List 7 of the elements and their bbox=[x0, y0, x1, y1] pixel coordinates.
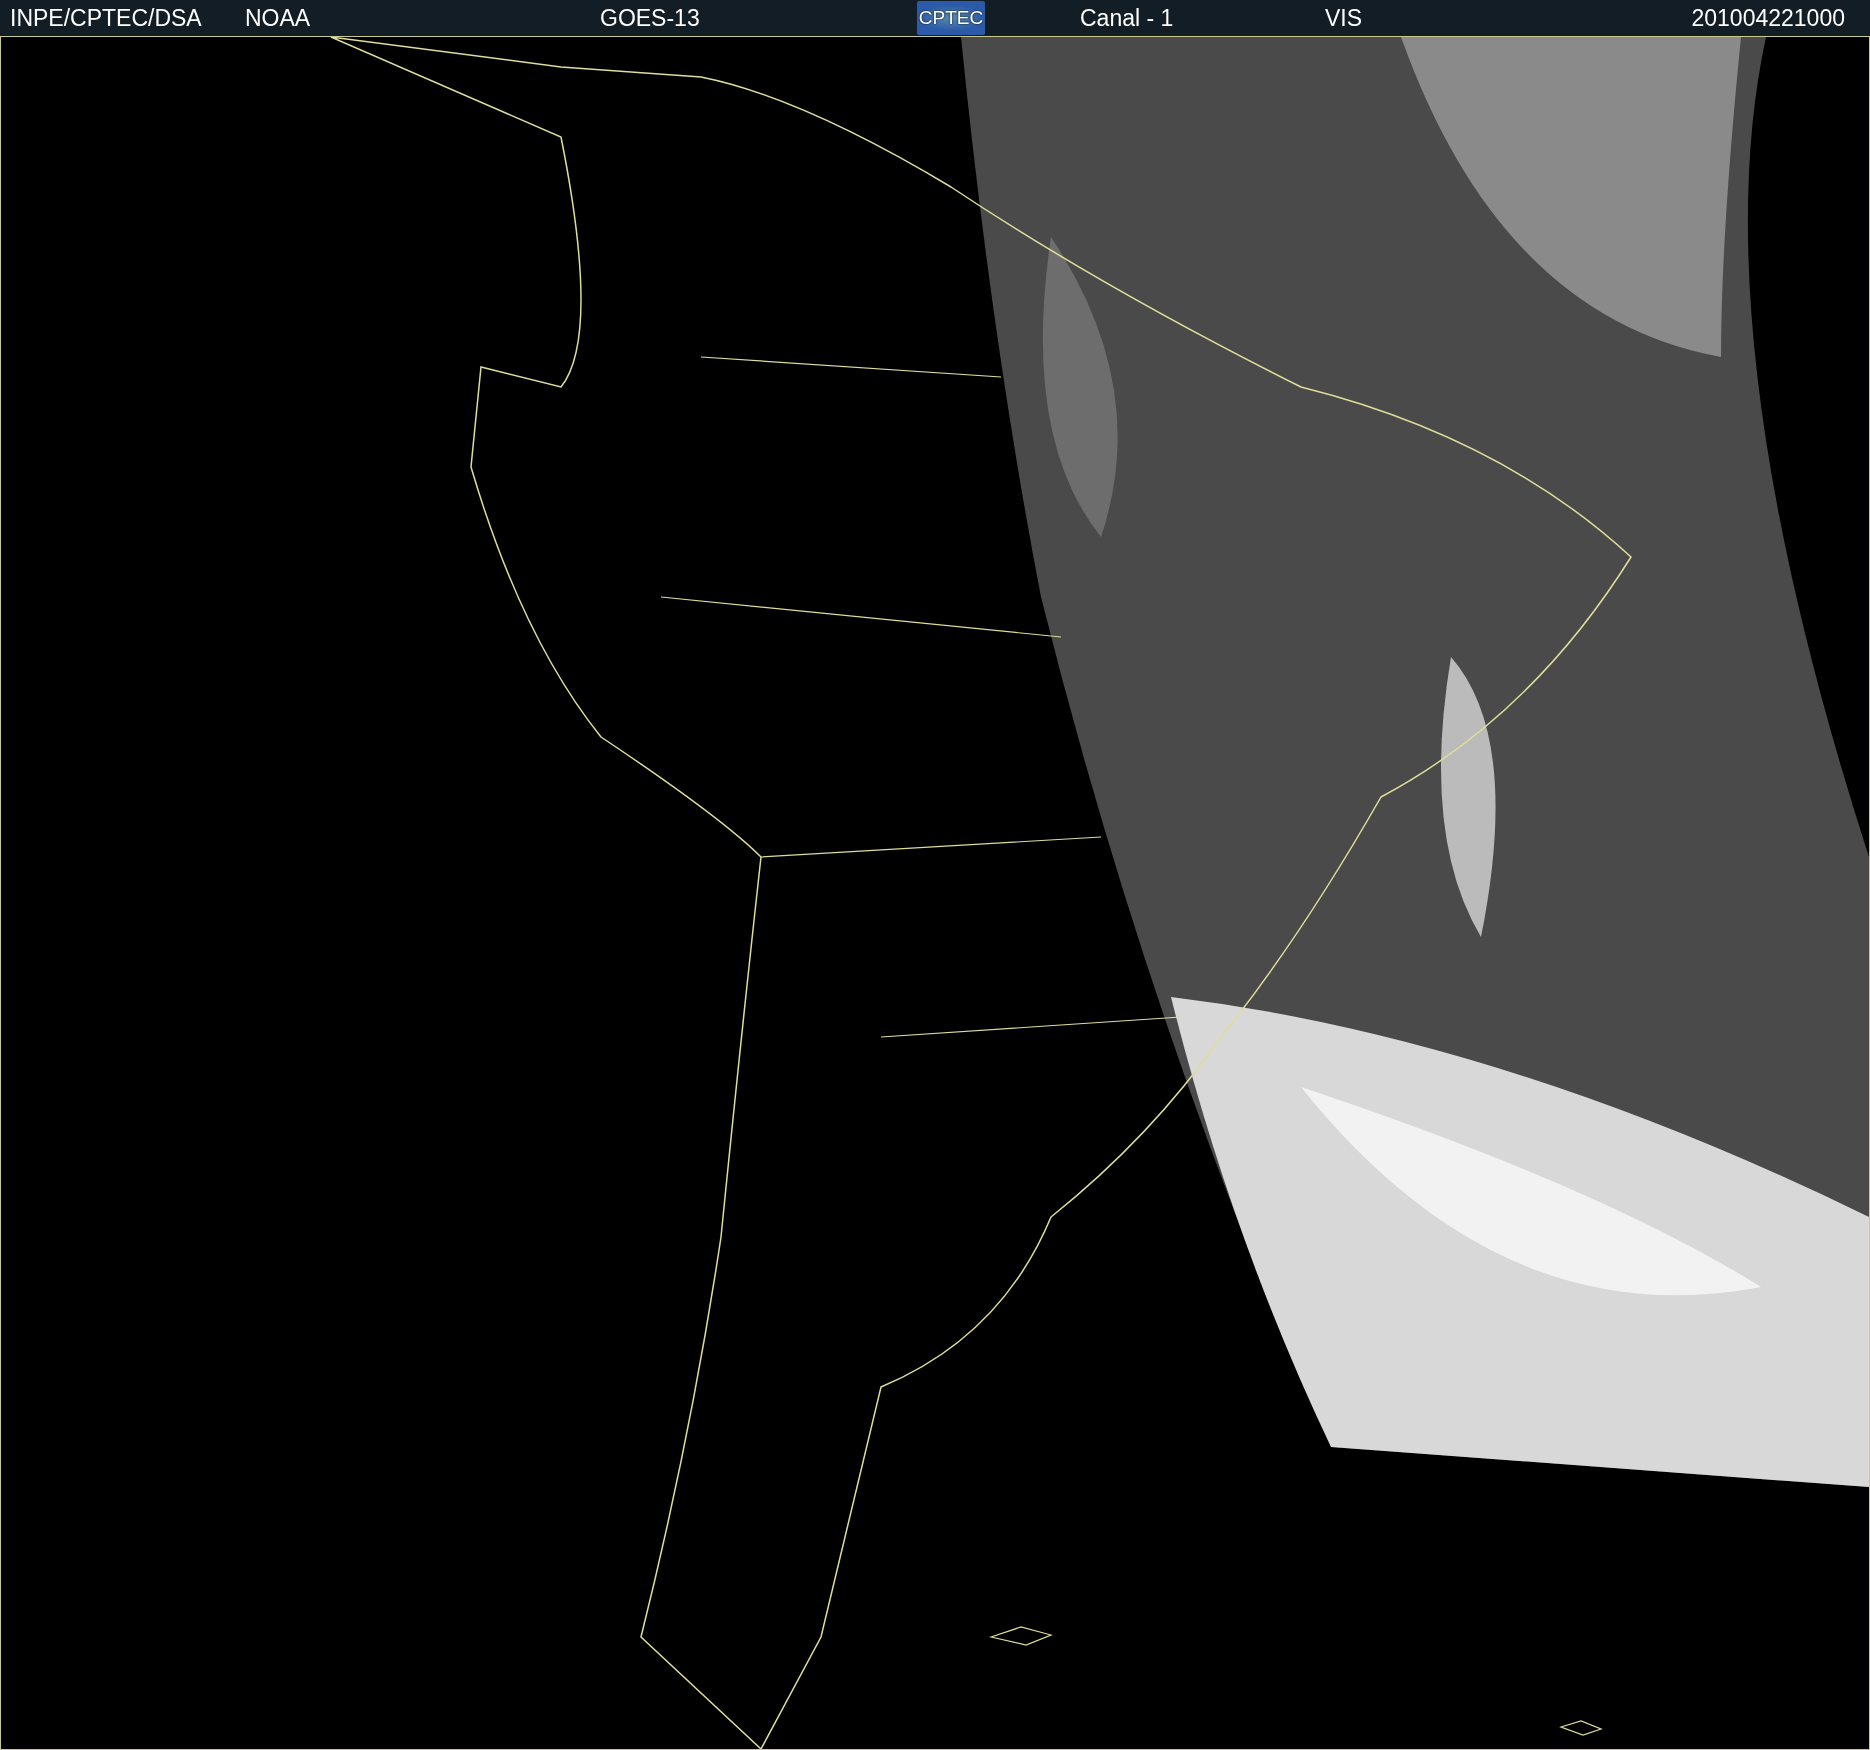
logo: CPTEC bbox=[917, 1, 985, 35]
source-label: INPE/CPTEC/DSA bbox=[10, 4, 203, 32]
timestamp-label: 201004221000 bbox=[1691, 4, 1846, 32]
satellite-label: GOES-13 bbox=[600, 4, 701, 32]
channel-label: Canal - 1 bbox=[1080, 4, 1175, 32]
agency-label: NOAA bbox=[245, 4, 312, 32]
band-label: VIS bbox=[1325, 4, 1364, 32]
